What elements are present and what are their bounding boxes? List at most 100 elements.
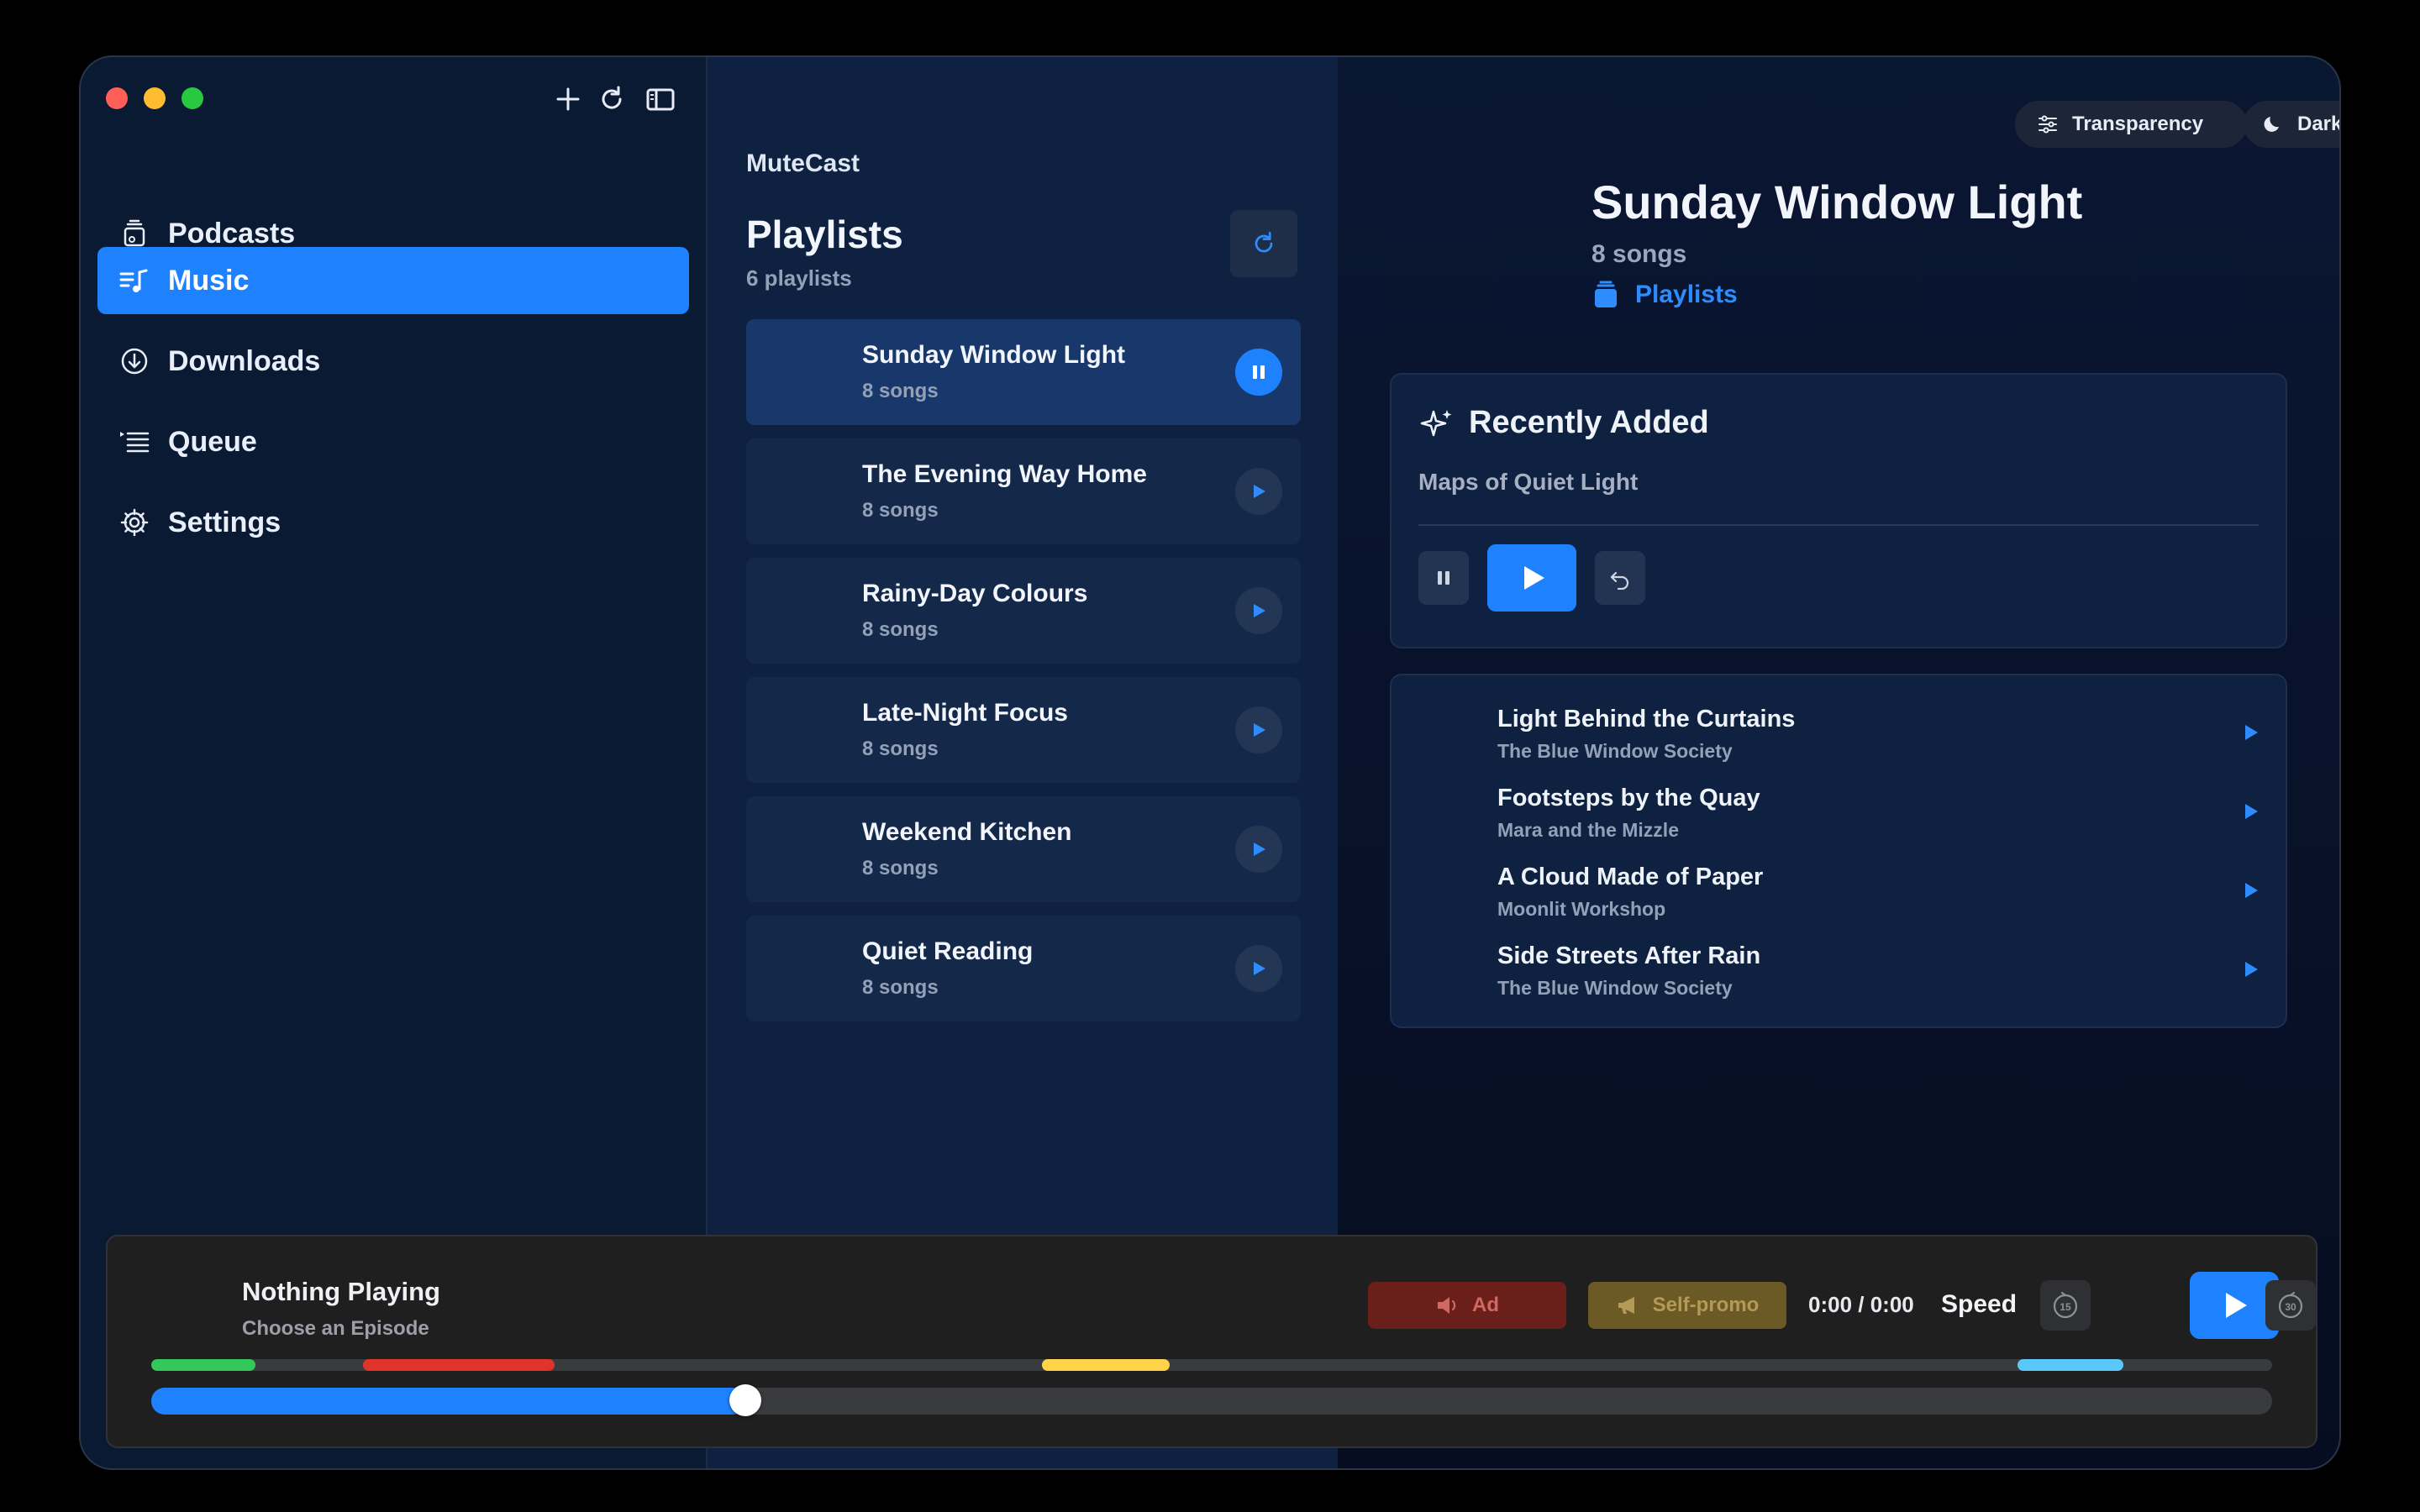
segment-intro — [151, 1359, 255, 1371]
progress-knob[interactable] — [729, 1384, 761, 1416]
app-name: MuteCast — [746, 150, 860, 177]
song-row[interactable]: Footsteps by the Quay Mara and the Mizzl… — [1497, 785, 1760, 860]
play-icon[interactable] — [2240, 959, 2260, 979]
playlists-breadcrumb-link[interactable]: Playlists — [1591, 281, 1738, 309]
play-icon — [1254, 843, 1265, 856]
play-button[interactable] — [1487, 544, 1576, 612]
segment-outro — [2018, 1359, 2124, 1371]
now-playing-title: Nothing Playing — [242, 1277, 440, 1306]
playlist-item[interactable]: Weekend Kitchen 8 songs — [746, 796, 1301, 902]
play-button[interactable] — [1235, 945, 1282, 992]
progress-slider[interactable] — [151, 1384, 2272, 1416]
undo-icon — [1610, 571, 1629, 590]
sidebar-toggle-icon[interactable] — [644, 82, 677, 116]
play-button[interactable] — [1235, 826, 1282, 873]
play-button[interactable] — [1235, 587, 1282, 634]
progress-fill — [151, 1388, 745, 1415]
play-icon[interactable] — [2240, 880, 2260, 900]
play-icon — [1254, 962, 1265, 975]
play-icon[interactable] — [2240, 722, 2260, 743]
skip-back-label: 15 — [2060, 1301, 2071, 1313]
skip-forward-icon: 30 — [2278, 1291, 2303, 1319]
pause-button[interactable] — [1235, 349, 1282, 396]
play-icon — [1254, 485, 1265, 498]
playlist-name: Weekend Kitchen — [862, 818, 1072, 846]
skip-ad-button[interactable]: Ad — [1368, 1282, 1566, 1329]
ad-label: Ad — [1472, 1294, 1499, 1316]
playlist-item[interactable]: The Evening Way Home 8 songs — [746, 438, 1301, 544]
playlist-item[interactable]: Sunday Window Light 8 songs — [746, 319, 1301, 425]
speed-button[interactable]: Speed — [1941, 1290, 2017, 1319]
selfpromo-label: Self-promo — [1652, 1294, 1760, 1316]
recent-track-title: Maps of Quiet Light — [1418, 469, 1639, 495]
play-icon[interactable] — [2240, 801, 2260, 822]
sidebar-item-downloads[interactable]: Downloads — [97, 328, 689, 395]
sidebar-item-label: Queue — [168, 425, 257, 458]
skip-back-15-button[interactable]: 15 — [2040, 1280, 2091, 1331]
song-row[interactable]: Side Streets After Rain The Blue Window … — [1497, 942, 1760, 1018]
sliders-icon — [2039, 115, 2057, 134]
skip-forward-30-button[interactable]: 30 — [2265, 1280, 2316, 1331]
pause-icon — [1438, 571, 1449, 585]
pause-icon — [1253, 365, 1265, 379]
sidebar-item-label: Downloads — [168, 344, 321, 377]
playlist-song-count: 8 songs — [862, 738, 939, 760]
playlist-song-count: 8 songs — [862, 976, 939, 999]
pause-button[interactable] — [1418, 551, 1469, 605]
skip-selfpromo-button[interactable]: Self-promo — [1588, 1282, 1786, 1329]
sidebar-item-label: Settings — [168, 506, 281, 538]
sidebar-item-label: Music — [168, 264, 250, 297]
dark-label: Dark — [2297, 113, 2341, 135]
download-icon — [121, 348, 148, 375]
section-title: Recently Added — [1469, 405, 1709, 440]
song-row[interactable]: Light Behind the Curtains The Blue Windo… — [1497, 706, 1795, 781]
play-icon — [2226, 1293, 2247, 1318]
now-playing-bar: Nothing Playing Choose an Episode Ad Sel… — [106, 1235, 2317, 1448]
refresh-icon — [1255, 232, 1273, 253]
skip-back-icon: 15 — [2053, 1291, 2078, 1319]
song-artist: Mara and the Mizzle — [1497, 819, 1679, 841]
playlist-name: Late-Night Focus — [862, 699, 1068, 727]
transparency-toggle[interactable]: Transparency — [2015, 101, 2247, 148]
sidebar-item-music[interactable]: Music — [97, 247, 689, 314]
segment-track — [151, 1359, 2272, 1371]
playlist-item[interactable]: Quiet Reading 8 songs — [746, 916, 1301, 1021]
close-window-button[interactable] — [106, 87, 128, 109]
refresh-icon[interactable] — [595, 82, 629, 116]
refresh-playlists-button[interactable] — [1230, 210, 1297, 277]
page-title: Playlists — [746, 213, 903, 256]
sidebar-item-queue[interactable]: Queue — [97, 408, 689, 475]
transparency-label: Transparency — [2072, 113, 2204, 135]
playlist-item[interactable]: Rainy-Day Colours 8 songs — [746, 558, 1301, 664]
skip-forward-label: 30 — [2285, 1301, 2296, 1313]
playlist-song-count: 8 songs — [862, 380, 939, 402]
playlist-name: Sunday Window Light — [862, 341, 1126, 369]
detail-title: Sunday Window Light — [1591, 176, 2083, 228]
sidebar-item-settings[interactable]: Settings — [97, 489, 689, 556]
breadcrumb-label: Playlists — [1635, 281, 1738, 308]
play-button[interactable] — [1235, 706, 1282, 753]
playlist-item[interactable]: Late-Night Focus 8 songs — [746, 677, 1301, 783]
now-playing-subtitle: Choose an Episode — [242, 1317, 429, 1340]
song-list-card: Light Behind the Curtains The Blue Windo… — [1390, 674, 2287, 1028]
divider — [1418, 524, 2259, 526]
gear-icon — [120, 508, 149, 537]
segment-self-promo — [1042, 1359, 1170, 1371]
play-icon — [1524, 566, 1544, 590]
play-button[interactable] — [1235, 468, 1282, 515]
zoom-window-button[interactable] — [182, 87, 203, 109]
playlist-song-count: 8 songs — [862, 499, 939, 522]
playlist-name: Rainy-Day Colours — [862, 580, 1088, 607]
minimize-window-button[interactable] — [144, 87, 166, 109]
sidebar-item-label: Podcasts — [168, 217, 296, 249]
song-title: Side Streets After Rain — [1497, 942, 1761, 969]
song-row[interactable]: A Cloud Made of Paper Moonlit Workshop — [1497, 864, 1763, 939]
music-list-icon — [119, 269, 148, 292]
plus-icon[interactable] — [551, 82, 585, 116]
song-artist: The Blue Window Society — [1497, 740, 1733, 762]
dark-mode-toggle[interactable]: Dark — [2244, 101, 2341, 148]
playlist-song-count: 8 songs — [862, 618, 939, 641]
undo-button[interactable] — [1595, 551, 1645, 605]
sparkles-icon — [1420, 410, 1452, 437]
song-title: Footsteps by the Quay — [1497, 785, 1760, 811]
